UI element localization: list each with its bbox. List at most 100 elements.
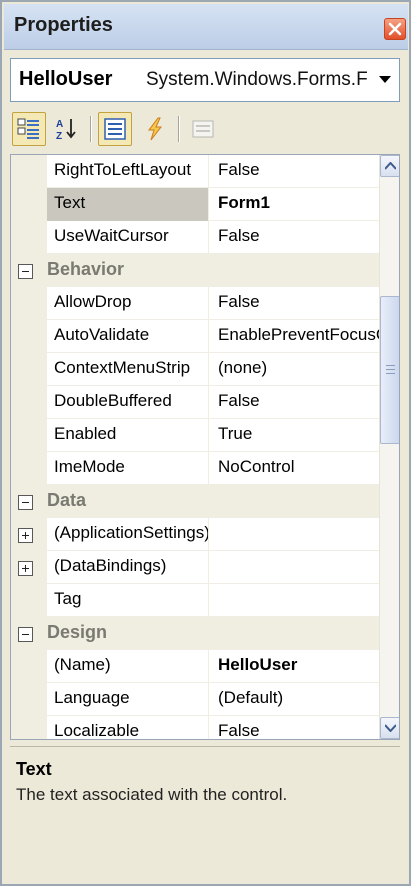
property-name: (Name) [47, 650, 209, 683]
events-button[interactable] [138, 112, 172, 146]
row-gutter [11, 155, 47, 188]
property-value[interactable]: False [210, 716, 379, 739]
property-value[interactable]: HelloUser [210, 650, 379, 683]
expand-icon[interactable] [18, 528, 33, 543]
close-icon [388, 22, 402, 36]
property-row[interactable]: Text Form1 [11, 188, 379, 221]
property-value[interactable]: (Default) [210, 683, 379, 716]
window-title: Properties [14, 14, 113, 36]
property-row[interactable]: (Name) HelloUser [11, 650, 379, 683]
property-value[interactable]: False [210, 155, 379, 188]
svg-text:A: A [56, 119, 63, 130]
properties-window: Properties HelloUser System.Windows.Form… [0, 0, 411, 886]
property-name: ContextMenuStrip [47, 353, 209, 386]
property-row[interactable]: AllowDrop False [11, 287, 379, 320]
property-value[interactable] [210, 551, 379, 584]
object-selector-combo[interactable]: HelloUser System.Windows.Forms.Form [10, 58, 400, 102]
property-name: Text [47, 188, 209, 221]
property-name: AutoValidate [47, 320, 209, 353]
property-row[interactable]: Language (Default) [11, 683, 379, 716]
property-pages-button[interactable] [186, 112, 220, 146]
property-row[interactable]: Tag [11, 584, 379, 617]
row-gutter [11, 716, 47, 739]
category-label: Behavior [47, 259, 125, 279]
property-row[interactable]: AutoValidateEnablePreventFocusChange [11, 320, 379, 353]
row-gutter [11, 650, 47, 683]
property-value[interactable]: False [210, 221, 379, 254]
svg-text:Z: Z [56, 131, 62, 142]
property-name: Tag [47, 584, 209, 617]
collapse-icon[interactable] [18, 495, 33, 510]
properties-icon [104, 118, 126, 140]
events-lightning-icon [148, 117, 163, 141]
property-row[interactable]: RightToLeftLayout False [11, 155, 379, 188]
collapse-icon[interactable] [18, 627, 33, 642]
grip-icon [386, 365, 395, 374]
property-pages-icon [192, 120, 214, 138]
property-name: RightToLeftLayout [47, 155, 209, 188]
property-name: Language [47, 683, 209, 716]
property-name: UseWaitCursor [47, 221, 209, 254]
property-name: Localizable [47, 716, 209, 739]
scroll-up-button[interactable] [380, 155, 399, 177]
scroll-down-button[interactable] [380, 717, 399, 739]
property-name: (DataBindings) [47, 551, 209, 584]
property-row[interactable]: ImeMode NoControl [11, 452, 379, 485]
category-row[interactable]: Design [11, 617, 379, 650]
property-value[interactable] [210, 518, 379, 551]
property-value[interactable]: False [210, 287, 379, 320]
close-button[interactable] [384, 18, 406, 40]
row-gutter [11, 551, 47, 584]
toolbar-separator [90, 116, 92, 142]
selected-object-type: System.Windows.Forms.Form [146, 69, 368, 90]
property-value[interactable]: False [210, 386, 379, 419]
dropdown-arrow-button[interactable] [371, 59, 399, 101]
category-label: Design [47, 622, 108, 642]
categorized-button[interactable] [12, 112, 46, 146]
alphabetical-button[interactable]: A Z [50, 112, 84, 146]
row-gutter [11, 353, 47, 386]
chevron-down-icon [379, 76, 391, 83]
property-rows: RightToLeftLayout False Text Form1 UseWaitCu… [11, 155, 379, 739]
property-value[interactable]: NoControl [210, 452, 379, 485]
category-row[interactable]: Behavior [11, 254, 379, 287]
chevron-up-icon [385, 162, 396, 170]
property-value[interactable]: Form1 [210, 188, 379, 221]
property-row[interactable]: Localizable False [11, 716, 379, 739]
properties-toolbar: A Z [10, 110, 400, 152]
property-grid: RightToLeftLayout False Text Form1 UseWaitCu… [10, 154, 400, 740]
row-gutter [11, 584, 47, 617]
expand-icon[interactable] [18, 561, 33, 576]
row-gutter [11, 287, 47, 320]
property-name: (ApplicationSettings) [47, 518, 209, 551]
property-row[interactable]: (ApplicationSettings) [11, 518, 379, 551]
row-gutter [11, 188, 47, 221]
category-row[interactable]: Data [11, 485, 379, 518]
property-row[interactable]: UseWaitCursor False [11, 221, 379, 254]
properties-button[interactable] [98, 112, 132, 146]
property-value[interactable]: EnablePreventFocusChange [210, 320, 379, 353]
vertical-scrollbar[interactable] [379, 155, 399, 739]
row-gutter [11, 221, 47, 254]
row-gutter [11, 452, 47, 485]
property-name: AllowDrop [47, 287, 209, 320]
property-row[interactable]: DoubleBuffered False [11, 386, 379, 419]
property-name: DoubleBuffered [47, 386, 209, 419]
property-name: Enabled [47, 419, 209, 452]
collapse-icon[interactable] [18, 264, 33, 279]
property-row[interactable]: (DataBindings) [11, 551, 379, 584]
property-value[interactable]: (none) [210, 353, 379, 386]
row-gutter [11, 419, 47, 452]
property-name: ImeMode [47, 452, 209, 485]
property-row[interactable]: ContextMenuStrip (none) [11, 353, 379, 386]
property-value[interactable] [210, 584, 379, 617]
title-bar[interactable]: Properties [4, 4, 408, 50]
scrollbar-thumb[interactable] [380, 296, 399, 444]
selected-object-name: HelloUser [19, 68, 113, 90]
categorized-icon [17, 118, 39, 139]
property-value[interactable]: True [210, 419, 379, 452]
row-gutter [11, 683, 47, 716]
row-gutter [11, 518, 47, 551]
category-label: Data [47, 490, 87, 510]
property-row[interactable]: Enabled True [11, 419, 379, 452]
